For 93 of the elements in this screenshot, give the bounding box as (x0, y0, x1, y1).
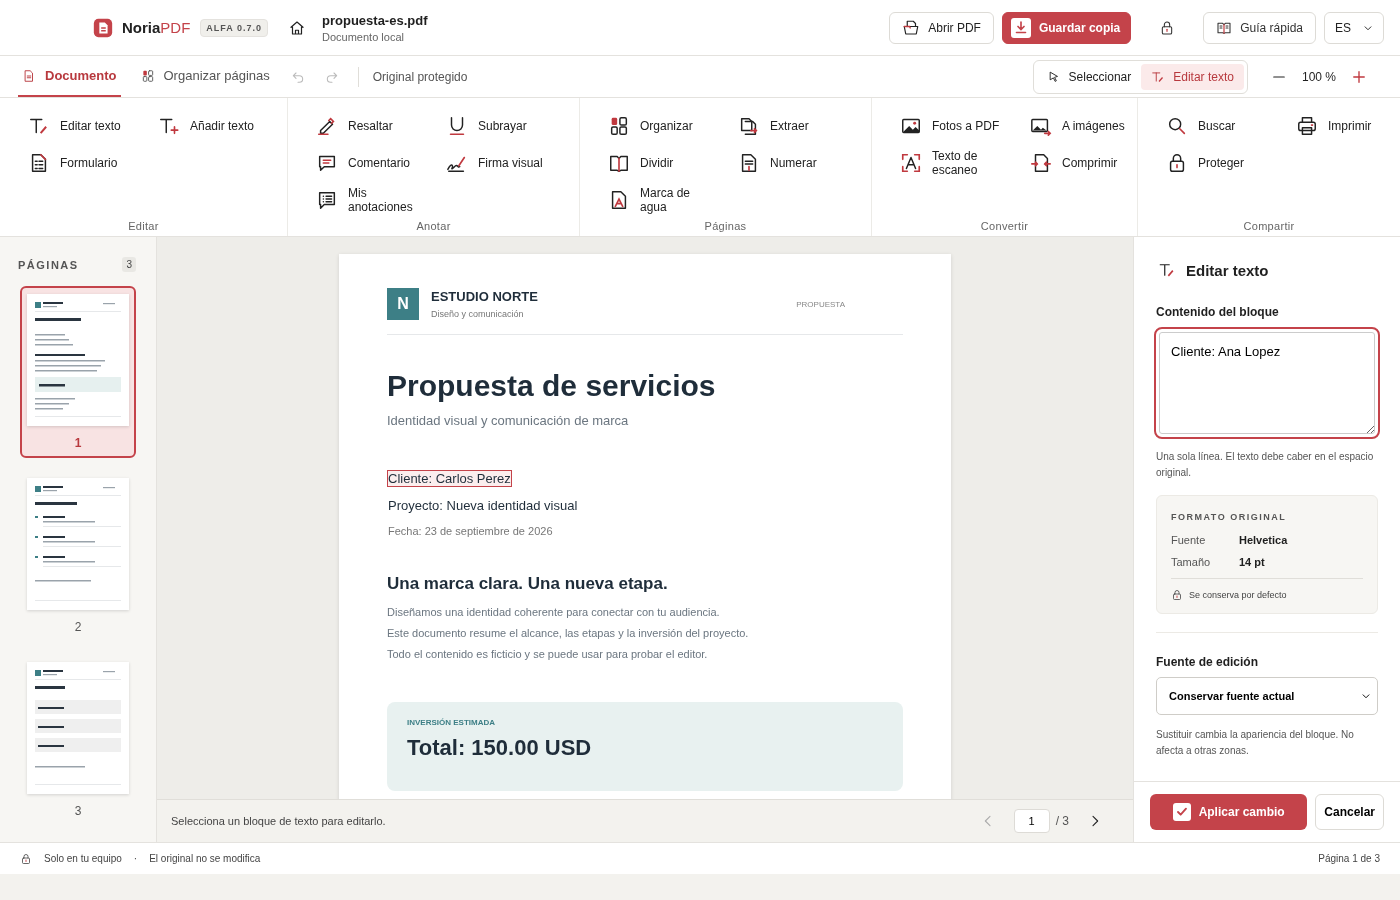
company-logo: N (387, 288, 419, 320)
search-icon (1166, 115, 1188, 137)
footer-text: · (133, 853, 138, 864)
ribbon-button[interactable]: Firma visual (442, 145, 566, 181)
scan-icon (900, 152, 922, 174)
app-name: NoriaPDF (122, 19, 191, 36)
pages-icon (738, 115, 760, 137)
version-badge: ALFA 0.7.0 (200, 18, 269, 37)
document-type: PROPUESTA (796, 299, 845, 309)
ribbon-button[interactable]: Numerar (734, 145, 858, 181)
ribbon-button[interactable]: Comentario (312, 145, 436, 181)
field-label: Contenido del bloque (1156, 305, 1280, 319)
format-value: 14 pt (1239, 556, 1265, 568)
ribbon-button[interactable]: Mis anotaciones (312, 182, 436, 218)
format-note: Se conserva por defecto (1189, 590, 1287, 600)
group-label: Compartir (1242, 220, 1296, 232)
paragraph: Diseñamos una identidad coherente para conectar con tu audiencia. (387, 606, 721, 618)
ribbon-button[interactable]: Extraer (734, 108, 858, 144)
ribbon-button[interactable]: Proteger (1162, 145, 1286, 181)
format-label: Fuente (1171, 534, 1207, 546)
estimate-total: Total: 150.00 USD (407, 735, 593, 761)
group-label: Convertir (979, 220, 1030, 232)
save-button[interactable]: Guardar copia (1001, 11, 1132, 44)
folder-icon (902, 18, 921, 37)
ribbon-button[interactable]: Fotos a PDF (896, 108, 1020, 144)
text-block[interactable]: Proyecto: Nueva identidad visual (387, 497, 579, 514)
grid-icon (608, 115, 630, 137)
tab[interactable]: Organizar páginas (136, 56, 274, 97)
company-tagline: Diseño y comunicación (431, 309, 525, 319)
company-name: ESTUDIO NORTE (431, 289, 539, 304)
grid-icon (140, 68, 155, 83)
document-subtitle: Identidad visual y comunicación de marca (387, 413, 630, 428)
printer-icon (1296, 115, 1318, 137)
ribbon-button[interactable]: Añadir texto (154, 108, 278, 144)
selected-text-block[interactable]: Cliente: Carlos Perez (387, 470, 512, 487)
group-label: Editar (127, 220, 160, 232)
footer-text: Solo en tu equipo (44, 853, 122, 864)
page-count-badge: 3 (122, 257, 136, 272)
section-heading: Una marca clara. Una nueva etapa. (387, 574, 669, 594)
font-select[interactable]: Conservar fuente actual (1156, 677, 1378, 715)
ribbon-button[interactable]: Formulario (24, 145, 148, 181)
document-icon (22, 68, 36, 83)
apply-button[interactable]: Aplicar cambio (1150, 794, 1308, 830)
pages-title: PÁGINAS (18, 258, 79, 271)
ribbon-button[interactable]: Dividir (604, 145, 728, 181)
open-button[interactable]: Abrir PDF (889, 11, 994, 44)
list-icon (316, 189, 338, 211)
format-value: Helvetica (1239, 534, 1288, 546)
format-title: FORMATO ORIGINAL (1171, 512, 1288, 522)
paragraph: Este documento resume el alcance, las etapas y la inversión del proyecto. (387, 627, 750, 639)
ribbon-button[interactable]: Organizar (604, 108, 728, 144)
ribbon-button[interactable]: Imprimir (1292, 108, 1400, 144)
format-label: Tamaño (1171, 556, 1212, 568)
status-hint: Selecciona un bloque de texto para editarlo. (171, 815, 386, 827)
text-edit-icon (1158, 261, 1176, 279)
ribbon-button[interactable]: Texto de escaneo (896, 145, 1020, 181)
mode-button[interactable]: Editar texto (1141, 63, 1244, 90)
estimate-label: INVERSIÓN ESTIMADA (407, 718, 496, 727)
paragraph: Todo el contenido es ficticio y se puede usar para probar el editor. (387, 648, 709, 660)
page-indicator: Página 1 de 3 (1318, 853, 1380, 864)
compress-icon (1030, 152, 1052, 174)
page-total: / 3 (1055, 814, 1069, 828)
cancel-button[interactable]: Cancelar (1315, 794, 1384, 830)
ribbon-button[interactable]: Comprimir (1026, 145, 1150, 181)
zoom-level: 100 % (1301, 69, 1336, 84)
group-label: Páginas (703, 220, 748, 232)
page-input[interactable]: 1 (1013, 809, 1050, 833)
ribbon-button[interactable]: Resaltar (312, 108, 436, 144)
file-name: propuesta-es.pdf (322, 12, 428, 28)
field-hint: Una sola línea. El texto debe caber en el espacio original. (1156, 450, 1375, 480)
panel-title: Editar texto (1186, 261, 1269, 279)
guide-button[interactable]: Guía rápida (1203, 11, 1316, 44)
file-location: Documento local (322, 30, 405, 43)
footer-text: El original no se modifica (149, 853, 261, 864)
ribbon-button[interactable]: Marca de agua (604, 182, 728, 218)
ribbon-button[interactable]: Editar texto (24, 108, 148, 144)
app-logo-icon (92, 16, 114, 39)
lock-icon (20, 852, 32, 865)
document-title: Propuesta de servicios (387, 369, 717, 403)
text-edit-icon (1151, 69, 1166, 84)
field-hint: Sustituir cambia la apariencia del bloque. No afecta a otras zonas. (1156, 728, 1355, 758)
field-label: Fuente de edición (1156, 655, 1259, 669)
mode-button[interactable]: Seleccionar (1036, 63, 1142, 90)
ribbon-button[interactable]: Subrayar (442, 108, 566, 144)
language-select[interactable]: ES (1324, 11, 1384, 44)
content-field[interactable]: Cliente: Ana Lopez (1156, 329, 1378, 437)
protection-note: Original protegido (372, 69, 468, 84)
text-block[interactable]: Fecha: 23 de septiembre de 2026 (387, 524, 554, 538)
lock-icon (1171, 589, 1183, 601)
ribbon-button[interactable]: A imágenes (1026, 108, 1150, 144)
ribbon-button[interactable]: Buscar (1162, 108, 1286, 144)
page-thumbnail[interactable]: 1 (20, 286, 136, 458)
group-label: Anotar (415, 220, 452, 232)
